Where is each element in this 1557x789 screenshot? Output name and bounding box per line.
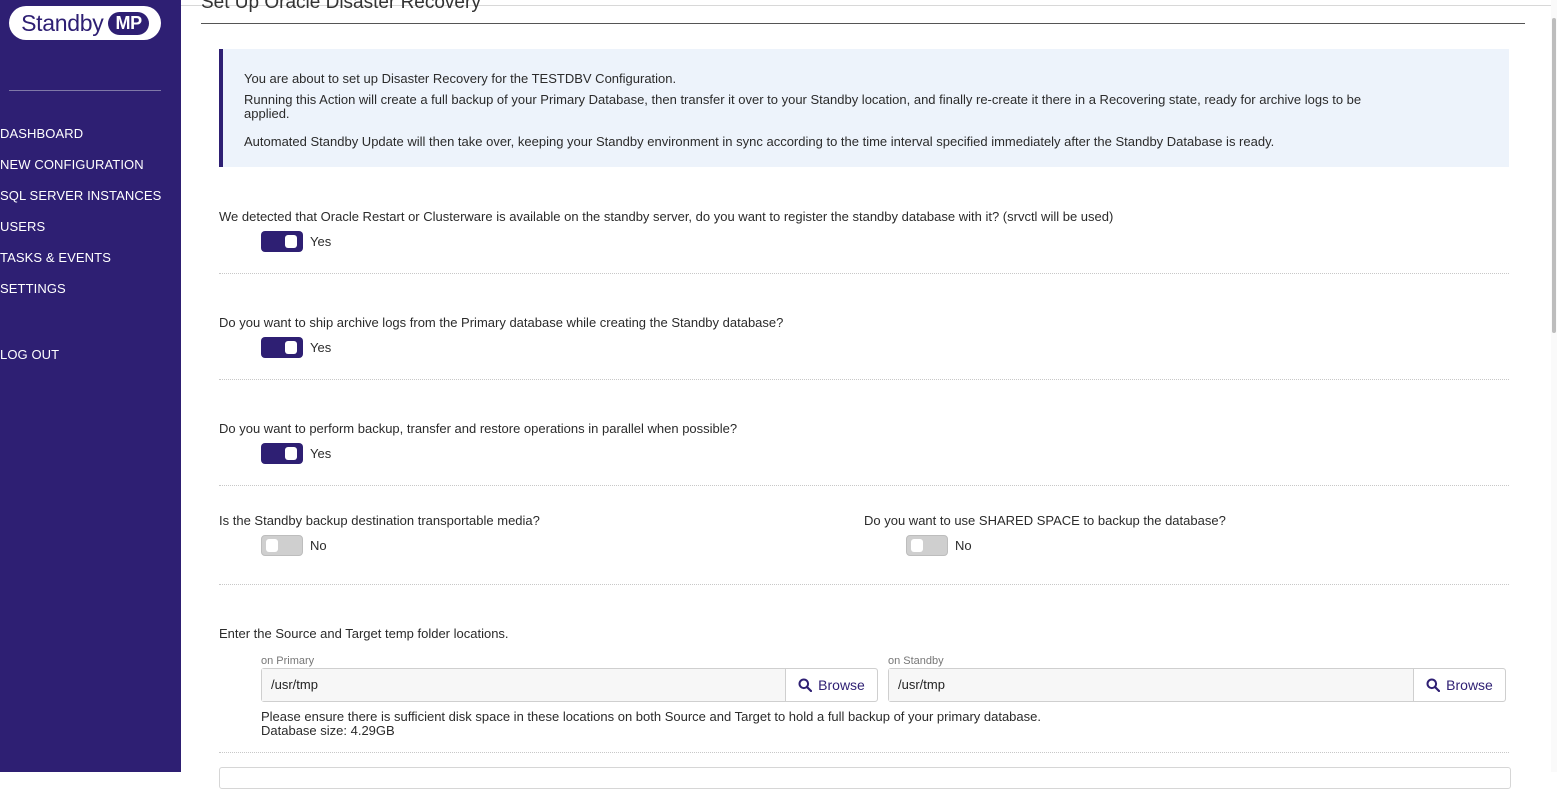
toggle-knob [266, 539, 278, 552]
title-divider [201, 23, 1525, 24]
scrollbar[interactable] [1551, 0, 1557, 772]
primary-browse-label: Browse [818, 677, 865, 693]
temp-folder-prompt: Enter the Source and Target temp folder … [219, 626, 509, 641]
question-register-srvctl: We detected that Oracle Restart or Clust… [219, 209, 1114, 224]
toggle-knob [285, 341, 297, 354]
nav-new-configuration[interactable]: NEW CONFIGURATION [0, 157, 144, 172]
toggle-ship-archive-logs-label: Yes [310, 340, 332, 355]
primary-folder-input[interactable]: /usr/tmp [262, 669, 786, 701]
question-ship-archive-logs: Do you want to ship archive logs from th… [219, 315, 784, 330]
question-parallel-operations: Do you want to perform backup, transfer … [219, 421, 738, 436]
search-icon [1426, 678, 1441, 692]
brand-name: Standby [21, 9, 104, 36]
nav-sql-server-instances[interactable]: SQL SERVER INSTANCES [0, 188, 161, 203]
nav-tasks-events[interactable]: TASKS & EVENTS [0, 250, 111, 265]
nav-users[interactable]: USERS [0, 219, 45, 234]
toggle-register-srvctl-label: Yes [310, 234, 332, 249]
info-line-action-cont: applied. [244, 106, 290, 121]
section-divider [219, 485, 1509, 486]
page-title: Set Up Oracle Disaster Recovery [201, 0, 481, 13]
toggle-parallel-operations-label: Yes [310, 446, 332, 461]
nav-dashboard[interactable]: DASHBOARD [0, 126, 83, 141]
scrollbar-thumb[interactable] [1552, 18, 1556, 333]
section-divider [219, 379, 1509, 380]
standby-browse-button[interactable]: Browse [1413, 669, 1505, 701]
info-line-automated-update: Automated Standby Update will then take … [244, 134, 1275, 149]
toggle-shared-space-label: No [955, 538, 972, 553]
section-divider [219, 273, 1509, 274]
toggle-shared-space[interactable] [906, 535, 948, 556]
toggle-knob [285, 235, 297, 248]
sidebar-divider [9, 90, 161, 91]
standby-folder-label: on Standby [888, 655, 944, 667]
info-line-action: Running this Action will create a full b… [244, 92, 1362, 107]
primary-folder-label: on Primary [261, 655, 315, 667]
standby-folder-group: /usr/tmp Browse [888, 668, 1506, 702]
standby-folder-input[interactable]: /usr/tmp [889, 669, 1414, 701]
info-line-configuration: You are about to set up Disaster Recover… [244, 71, 677, 86]
question-shared-space: Do you want to use SHARED SPACE to backu… [864, 513, 1226, 528]
section-divider [219, 584, 1509, 585]
toggle-parallel-operations[interactable] [261, 443, 303, 464]
toggle-transportable-media[interactable] [261, 535, 303, 556]
toggle-register-srvctl[interactable] [261, 231, 303, 252]
standby-browse-label: Browse [1446, 677, 1493, 693]
toggle-knob [911, 539, 923, 552]
brand-badge: MP [108, 11, 149, 35]
primary-browse-button[interactable]: Browse [785, 669, 877, 701]
nav-log-out[interactable]: LOG OUT [0, 347, 59, 362]
search-icon [798, 678, 813, 692]
nav-settings[interactable]: SETTINGS [0, 281, 66, 296]
question-transportable-media: Is the Standby backup destination transp… [219, 513, 540, 528]
toggle-ship-archive-logs[interactable] [261, 337, 303, 358]
toggle-knob [285, 447, 297, 460]
database-size: Database size: 4.29GB [261, 723, 395, 738]
sidebar: Standby MP DASHBOARD NEW CONFIGURATION S… [0, 0, 181, 772]
next-section-box [219, 767, 1511, 789]
info-callout: You are about to set up Disaster Recover… [219, 49, 1509, 167]
toggle-transportable-media-label: No [310, 538, 327, 553]
primary-folder-group: /usr/tmp Browse [261, 668, 878, 702]
brand-logo[interactable]: Standby MP [9, 6, 161, 40]
section-divider [219, 752, 1509, 753]
disk-space-note: Please ensure there is sufficient disk s… [261, 709, 1041, 724]
